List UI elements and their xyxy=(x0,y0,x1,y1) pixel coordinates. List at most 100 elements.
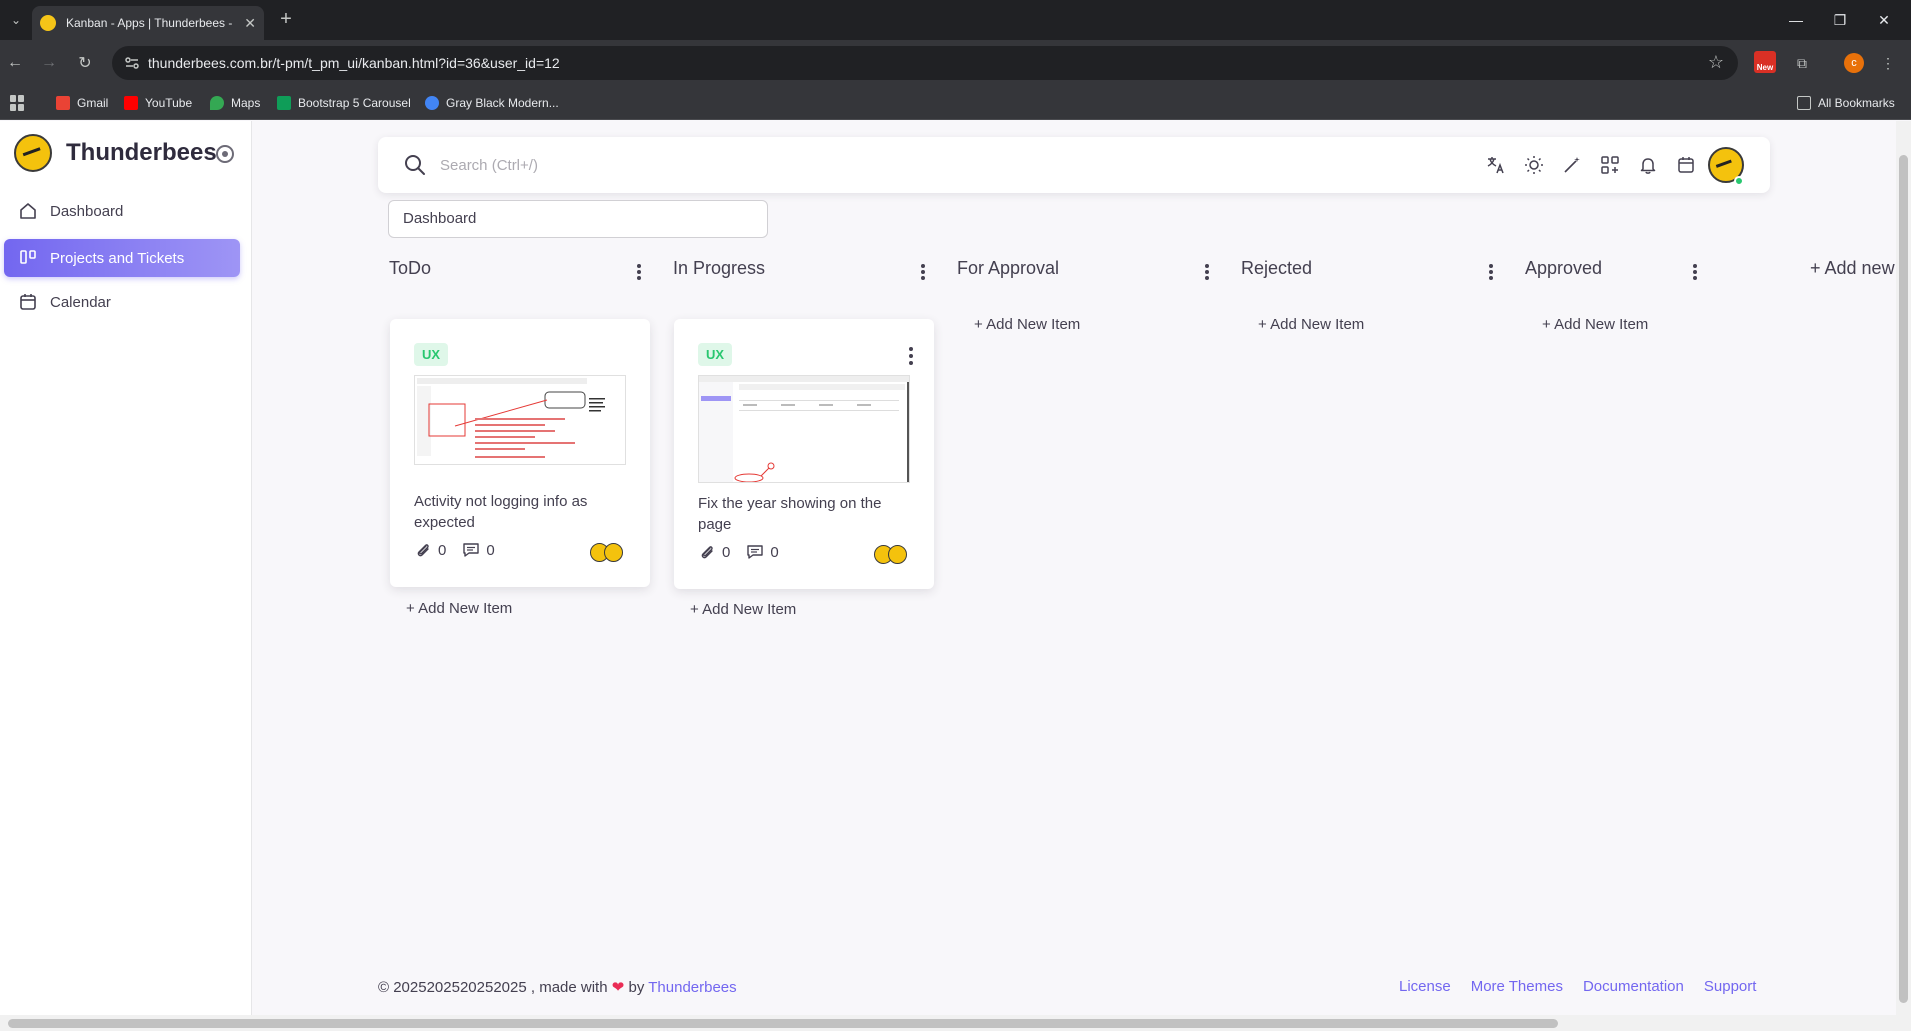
reload-icon[interactable]: ↻ xyxy=(72,50,98,76)
kanban-card[interactable]: UX Activity not logging info as expected… xyxy=(390,319,650,587)
kanban-card[interactable]: UX Fix the year showing on the page 0 0 xyxy=(674,319,934,589)
window-close-icon[interactable]: ✕ xyxy=(1862,0,1906,40)
comments-value: 0 xyxy=(486,541,495,559)
footer-brand-link[interactable]: Thunderbees xyxy=(648,979,736,996)
column-menu-icon[interactable] xyxy=(1199,262,1215,282)
brand[interactable]: Thunderbees xyxy=(14,133,217,173)
add-new-item-button-for-approval[interactable]: + Add New Item xyxy=(974,316,1080,333)
column-menu-icon[interactable] xyxy=(1483,262,1499,282)
bookmark-site-icon xyxy=(277,96,291,110)
column-title-rejected[interactable]: Rejected xyxy=(1241,258,1312,279)
footer-link-documentation[interactable]: Documentation xyxy=(1583,978,1684,995)
url-text: thunderbees.com.br/t-pm/t_pm_ui/kanban.h… xyxy=(148,55,560,71)
vertical-scrollbar[interactable] xyxy=(1896,121,1911,1015)
comment-icon xyxy=(747,545,764,559)
paperclip-icon xyxy=(701,546,713,559)
online-status-badge xyxy=(1734,176,1744,186)
column-menu-icon[interactable] xyxy=(1687,262,1703,282)
address-bar[interactable]: thunderbees.com.br/t-pm/t_pm_ui/kanban.h… xyxy=(112,46,1738,80)
window-minimize-icon[interactable]: — xyxy=(1774,0,1818,40)
bookmark-label: Maps xyxy=(231,96,261,110)
search-icon[interactable] xyxy=(404,154,426,176)
sidebar-item-projects-and-tickets[interactable]: Projects and Tickets xyxy=(4,239,240,277)
bookmark-youtube[interactable]: YouTube xyxy=(124,94,192,112)
horizontal-scrollbar[interactable] xyxy=(0,1015,1911,1031)
footer-link-license[interactable]: License xyxy=(1399,978,1451,995)
add-new-board-button[interactable]: + Add new xyxy=(1810,258,1895,279)
site-info-tune-icon[interactable] xyxy=(124,55,140,71)
column-title-in-progress[interactable]: In Progress xyxy=(673,258,765,279)
magic-wand-icon[interactable] xyxy=(1560,153,1584,177)
sidebar-item-calendar[interactable]: Calendar xyxy=(4,283,240,321)
column-title-for-approval[interactable]: For Approval xyxy=(957,258,1059,279)
add-new-item-button-approved[interactable]: + Add New Item xyxy=(1542,316,1648,333)
thunderbees-logo-icon xyxy=(14,134,52,172)
sidebar-item-label: Projects and Tickets xyxy=(50,249,185,267)
footer-links: License More Themes Documentation Suppor… xyxy=(1399,978,1756,995)
bookmark-maps[interactable]: Maps xyxy=(210,94,260,112)
bookmark-gray-black-modern[interactable]: Gray Black Modern... xyxy=(425,94,559,112)
comment-icon xyxy=(463,543,480,557)
bookmark-bootstrap-carousel[interactable]: Bootstrap 5 Carousel xyxy=(277,94,411,112)
add-new-item-button-in-progress[interactable]: + Add New Item xyxy=(690,601,796,618)
column-menu-icon[interactable] xyxy=(631,262,647,282)
browser-tab-active[interactable]: Kanban - Apps | Thunderbees - ✕ xyxy=(32,6,264,40)
forward-arrow-icon[interactable]: → xyxy=(36,50,62,76)
sidebar-item-label: Calendar xyxy=(50,293,111,311)
comments-count[interactable]: 0 xyxy=(462,541,495,559)
bookmark-gmail[interactable]: Gmail xyxy=(56,94,108,112)
extension-new-badge[interactable]: New xyxy=(1754,51,1776,73)
sidebar-item-dashboard[interactable]: Dashboard xyxy=(4,192,240,230)
new-tab-plus-icon[interactable]: + xyxy=(274,8,298,32)
youtube-icon xyxy=(124,96,138,110)
sidebar-toggle-icon[interactable] xyxy=(216,145,234,163)
comments-count[interactable]: 0 xyxy=(746,543,779,561)
add-new-item-button-rejected[interactable]: + Add New Item xyxy=(1258,316,1364,333)
add-new-item-button-todo[interactable]: + Add New Item xyxy=(406,600,512,617)
extensions-puzzle-icon[interactable]: ⧉ xyxy=(1790,51,1814,75)
bookmark-label: Bootstrap 5 Carousel xyxy=(298,96,411,110)
column-title-approved[interactable]: Approved xyxy=(1525,258,1602,279)
canva-icon xyxy=(425,96,439,110)
shortcuts-grid-icon[interactable] xyxy=(1598,153,1622,177)
assignee-avatar xyxy=(888,545,907,564)
top-navbar xyxy=(378,137,1770,193)
all-bookmarks[interactable]: All Bookmarks xyxy=(1797,94,1895,112)
tab-title: Kanban - Apps | Thunderbees - xyxy=(66,16,233,30)
board-title-field[interactable]: Dashboard xyxy=(388,200,768,238)
column-menu-icon[interactable] xyxy=(915,262,931,282)
theme-sun-icon[interactable] xyxy=(1522,153,1546,177)
bookmark-star-icon[interactable]: ☆ xyxy=(1708,52,1724,73)
tab-search-chevron-icon[interactable]: ⌄ xyxy=(4,8,28,32)
back-arrow-icon[interactable]: ← xyxy=(2,50,28,76)
profile-avatar[interactable]: c xyxy=(1844,53,1864,73)
card-assignees[interactable] xyxy=(874,545,908,565)
translate-icon[interactable] xyxy=(1484,153,1508,177)
browser-tab-bar: ⌄ Kanban - Apps | Thunderbees - ✕ + — ❐ … xyxy=(0,0,1911,40)
search-input[interactable] xyxy=(440,153,1040,177)
column-title-todo[interactable]: ToDo xyxy=(389,258,431,279)
browser-menu-icon[interactable]: ⋮ xyxy=(1876,51,1900,75)
card-assignees[interactable] xyxy=(590,543,624,563)
horizontal-scrollbar-thumb[interactable] xyxy=(8,1019,1558,1028)
brand-name: Thunderbees xyxy=(66,139,217,166)
footer-link-support[interactable]: Support xyxy=(1704,978,1757,995)
card-menu-icon[interactable] xyxy=(908,347,914,365)
attachments-count[interactable]: 0 xyxy=(414,541,446,559)
card-meta: 0 0 xyxy=(414,541,511,559)
card-image xyxy=(414,375,626,465)
gmail-icon xyxy=(56,96,70,110)
tab-close-icon[interactable]: ✕ xyxy=(244,15,256,32)
attachments-count[interactable]: 0 xyxy=(698,543,730,561)
card-title[interactable]: Activity not logging info as expected xyxy=(414,491,624,533)
footer-link-more-themes[interactable]: More Themes xyxy=(1471,978,1563,995)
notifications-bell-icon[interactable] xyxy=(1636,153,1660,177)
sidebar: Thunderbees Dashboard Projects and Ticke… xyxy=(0,121,252,1015)
apps-grid-icon[interactable] xyxy=(10,95,26,111)
card-meta: 0 0 xyxy=(698,543,795,561)
window-restore-icon[interactable]: ❐ xyxy=(1818,0,1862,40)
all-bookmarks-label: All Bookmarks xyxy=(1818,96,1895,110)
card-title[interactable]: Fix the year showing on the page xyxy=(698,493,908,535)
vertical-scrollbar-thumb[interactable] xyxy=(1899,155,1908,1003)
calendar-icon[interactable] xyxy=(1674,153,1698,177)
